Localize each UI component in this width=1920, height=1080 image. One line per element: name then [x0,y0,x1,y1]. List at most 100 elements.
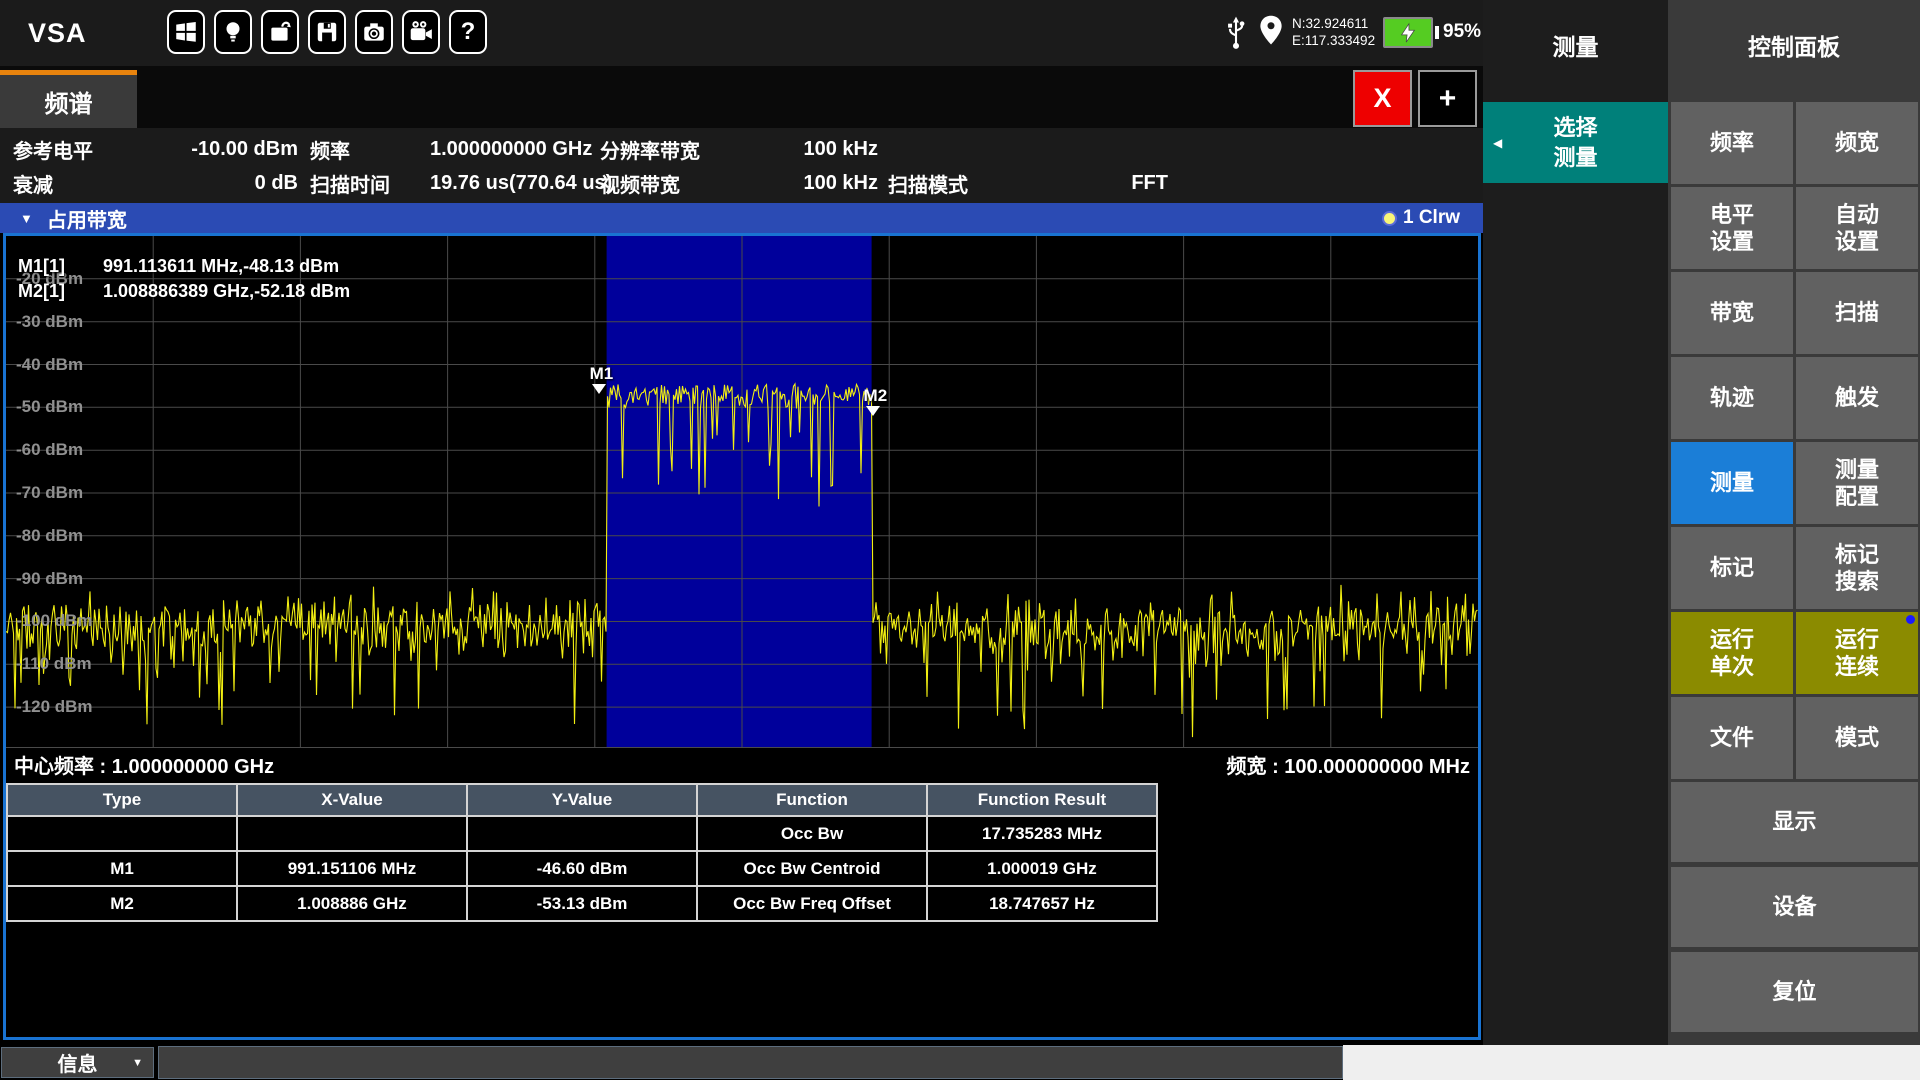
cell: M1 [7,851,237,886]
marker2-readout: M2[1] 1.008886389 GHz,-52.18 dBm [18,281,350,302]
ctrl-button-reset[interactable]: 复位 [1671,952,1918,1032]
cell: -46.60 dBm [467,851,697,886]
ctrl-button-meas-setup[interactable]: 测量 配置 [1796,442,1918,524]
toolbar-button-backlight[interactable] [214,10,252,54]
control-button-grid: 频率 频宽 电平 设置 自动 设置 带宽 扫描 轨迹 触发 测量 测量 配置 标… [1671,102,1918,1034]
ctrl-button-trace[interactable]: 轨迹 [1671,357,1793,439]
app-logo: VSA [28,0,87,66]
marker-m2-label: M2 [864,386,924,406]
ctrl-button-file[interactable]: 文件 [1671,697,1793,779]
marker1-id: M1[1] [18,256,103,277]
marker-m2[interactable]: M2 [864,386,924,416]
select-measurement-button[interactable]: ◀ 选择 测量 [1483,102,1668,183]
ctrl-button-auto-setup[interactable]: 自动 设置 [1796,187,1918,269]
cell: 1.008886 GHz [237,886,467,921]
info-label: 信息 [58,1048,98,1077]
settings-row-2: 衰减 0 dB 扫描时间 19.76 us(770.64 us) 视频带宽 10… [0,166,1483,200]
toolbar-button-windows[interactable] [167,10,205,54]
ctrl-button-bandwidth[interactable]: 带宽 [1671,272,1793,354]
ctrl-button-display[interactable]: 显示 [1671,782,1918,862]
trace-indicator[interactable]: 1 Clrw [1384,207,1460,229]
plot-grid [6,236,1478,747]
add-tab-button[interactable]: + [1418,70,1477,127]
table-row: M1 991.151106 MHz -46.60 dBm Occ Bw Cent… [7,851,1157,886]
sweep-mode-value[interactable]: FFT [998,172,1168,195]
sweep-time-value[interactable]: 19.76 us(770.64 us) [430,172,575,195]
windows-icon [173,19,199,45]
cell [467,816,697,851]
col-y-value: Y-Value [467,784,697,816]
span-value[interactable]: 频宽 : 100.000000000 MHz [1227,750,1470,779]
y-axis-tick: -120 dBm [16,697,93,717]
spectrum-display: -20 dBm -30 dBm -40 dBm -50 dBm -60 dBm … [3,233,1481,1040]
message-strip [158,1046,1343,1079]
y-axis-tick: -30 dBm [16,312,83,332]
attenuation-label: 衰减 [13,169,163,198]
ctrl-button-device[interactable]: 设备 [1671,867,1918,947]
collapse-icon[interactable]: ▼ [20,211,33,226]
ctrl-button-span[interactable]: 频宽 [1796,102,1918,184]
gps-latitude: N:32.924611 [1292,15,1375,32]
close-tab-button[interactable]: X [1353,70,1412,127]
control-panel-title: 控制面板 [1668,28,1920,62]
vbw-label: 视频带宽 [600,169,735,198]
y-axis-tick: -100 dBm [16,611,93,631]
ctrl-button-trigger[interactable]: 触发 [1796,357,1918,439]
select-measurement-label: 选择 测量 [1553,113,1597,172]
battery-cap [1435,26,1439,39]
ref-level-value[interactable]: -10.00 dBm [163,138,298,161]
battery-percent: 95% [1443,21,1481,43]
table-row: M2 1.008886 GHz -53.13 dBm Occ Bw Freq O… [7,886,1157,921]
top-bar: VSA [0,0,1483,66]
ref-level-label: 参考电平 [13,135,163,164]
gps-coordinates: N:32.924611 E:117.333492 [1292,15,1375,49]
toolbar-button-help[interactable]: ? [449,10,487,54]
ctrl-button-run-continuous[interactable]: 运行 连续 [1796,612,1918,694]
ctrl-button-marker[interactable]: 标记 [1671,527,1793,609]
marker-table: Type X-Value Y-Value Function Function R… [6,783,1158,922]
marker-m1[interactable]: M1 [590,364,650,394]
ctrl-button-level-setup[interactable]: 电平 设置 [1671,187,1793,269]
tab-bar: 频谱 X + [0,66,1483,128]
spectrum-plot[interactable]: -20 dBm -30 dBm -40 dBm -50 dBm -60 dBm … [6,236,1478,748]
toolbar-button-record[interactable] [402,10,440,54]
ctrl-button-sweep[interactable]: 扫描 [1796,272,1918,354]
y-axis-tick: -70 dBm [16,483,83,503]
ctrl-button-measure[interactable]: 测量 [1671,442,1793,524]
rbw-value[interactable]: 100 kHz [735,138,878,161]
control-panel: 控制面板 频率 频宽 电平 设置 自动 设置 带宽 扫描 轨迹 触发 测量 测量… [1668,0,1920,1045]
toolbar-button-save[interactable] [308,10,346,54]
measurement-menu-panel: 测量 ◀ 选择 测量 [1483,0,1668,1045]
marker2-id: M2[1] [18,281,103,302]
center-frequency-value[interactable]: 中心频率 : 1.000000000 GHz [14,750,274,779]
y-axis-tick: -90 dBm [16,569,83,589]
cell: Occ Bw Freq Offset [697,886,927,921]
frequency-value[interactable]: 1.000000000 GHz [430,138,575,161]
y-axis-tick: -40 dBm [16,355,83,375]
ctrl-button-frequency[interactable]: 频率 [1671,102,1793,184]
marker-m1-label: M1 [590,364,650,384]
video-camera-icon [408,19,434,45]
help-icon: ? [461,18,476,46]
settings-readout: 参考电平 -10.00 dBm 频率 1.000000000 GHz 分辨率带宽… [0,128,1483,203]
bulb-icon [220,19,246,45]
plot-footer: 中心频率 : 1.000000000 GHz 频宽 : 100.00000000… [6,748,1478,781]
spectrum-canvas [6,236,1478,747]
gps-longitude: E:117.333492 [1292,32,1375,49]
tab-spectrum[interactable]: 频谱 [0,70,137,128]
run-continuous-label: 运行 连续 [1835,626,1879,681]
marker1-readout: M1[1] 991.113611 MHz,-48.13 dBm [18,256,339,277]
toolbar-button-screenshot[interactable] [355,10,393,54]
trace-dot-icon [1384,213,1395,224]
ctrl-button-mode[interactable]: 模式 [1796,697,1918,779]
y-axis-tick: -110 dBm [16,654,92,674]
info-dropdown[interactable]: 信息 ▼ [1,1047,154,1078]
vbw-value[interactable]: 100 kHz [735,172,878,195]
col-function-result: Function Result [927,784,1157,816]
col-function: Function [697,784,927,816]
toolbar-button-open[interactable] [261,10,299,54]
attenuation-value[interactable]: 0 dB [163,172,298,195]
ctrl-button-marker-search[interactable]: 标记 搜索 [1796,527,1918,609]
ctrl-button-run-single[interactable]: 运行 单次 [1671,612,1793,694]
rbw-label: 分辨率带宽 [600,135,735,164]
